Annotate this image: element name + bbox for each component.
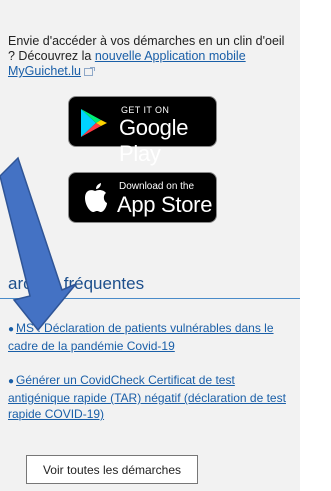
- google-play-big-text: Google Play: [119, 115, 189, 166]
- app-store-small-text: Download on the: [119, 181, 195, 192]
- bullet-icon: ●: [8, 324, 15, 335]
- app-intro: Envie d'accéder à vos démarches en un cl…: [8, 34, 290, 80]
- view-all-procedures-button[interactable]: Voir toutes les démarches: [26, 455, 198, 484]
- frequent-procedures-list: ● MS : Déclaration de patients vulnérable…: [8, 320, 290, 440]
- google-play-icon: [79, 107, 109, 144]
- apple-icon: [81, 182, 109, 219]
- list-item: ● Générer un CovidCheck Certificat de tes…: [8, 372, 290, 422]
- section-divider: [0, 298, 300, 299]
- right-margin: [300, 0, 331, 491]
- list-item: ● MS : Déclaration de patients vulnérable…: [8, 320, 290, 354]
- external-link-icon: [83, 65, 95, 80]
- section-title: arches fréquentes: [8, 274, 145, 293]
- google-play-small-text: GET IT ON: [121, 105, 170, 115]
- procedure-link[interactable]: MS : Déclaration de patients vulnérables…: [8, 321, 274, 353]
- google-play-badge[interactable]: GET IT ON Google Play: [68, 96, 217, 166]
- app-store-big-text: App Store: [117, 192, 213, 217]
- procedure-link[interactable]: Générer un CovidCheck Certificat de test…: [8, 373, 286, 421]
- app-store-badge[interactable]: Download on the App Store: [68, 172, 217, 223]
- bullet-icon: ●: [8, 376, 15, 387]
